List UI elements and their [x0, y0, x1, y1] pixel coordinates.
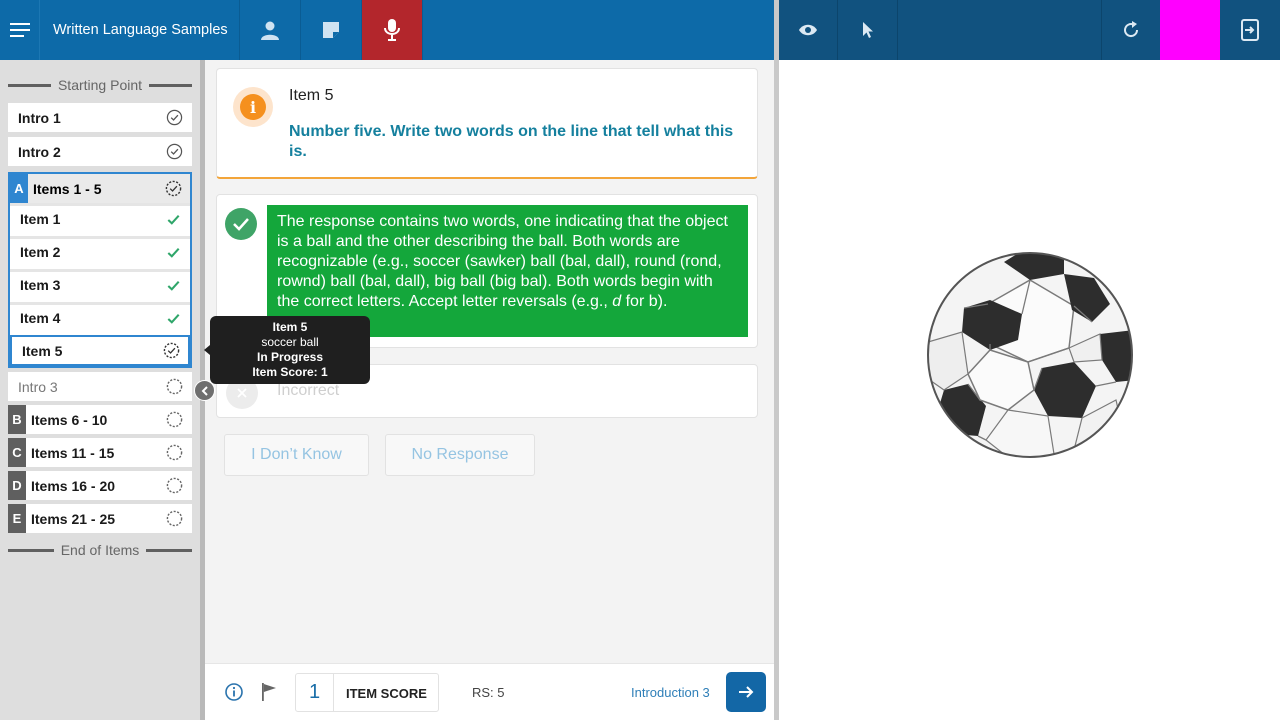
flag-icon	[262, 683, 276, 701]
menu-button[interactable]	[0, 0, 40, 60]
sidebar-item-label: Item 2	[20, 244, 61, 260]
not-started-icon	[166, 411, 183, 428]
next-button[interactable]	[726, 672, 766, 712]
tooltip-status: In Progress	[256, 350, 324, 364]
sidebar-item-label: Intro 2	[18, 143, 61, 160]
exit-icon	[1241, 19, 1259, 41]
end-of-items-label: End of Items	[60, 542, 140, 558]
item-score-label: ITEM SCORE	[346, 686, 427, 701]
tooltip-answer: soccer ball	[261, 335, 319, 349]
end-of-items-separator: End of Items	[8, 542, 192, 558]
item-info-button[interactable]	[224, 682, 244, 702]
response-tail-text: for b).	[621, 293, 668, 310]
group-b[interactable]: B Items 6 - 10	[8, 405, 192, 434]
group-a-expanded: A Items 1 - 5 Item 1 Item 2 Item 3 Item …	[8, 172, 192, 368]
arrow-right-icon	[739, 686, 754, 698]
info-circle-icon	[225, 683, 243, 701]
sidebar-item-label: Item 1	[20, 211, 61, 227]
sidebar-item-item-5[interactable]: Item 5	[10, 335, 190, 366]
sidebar-item-item-3[interactable]: Item 3	[10, 269, 190, 298]
tooltip-title: Item 5	[272, 320, 308, 334]
group-label: Items 11 - 15	[31, 444, 115, 461]
refresh-button[interactable]	[1101, 0, 1161, 60]
sidebar-item-intro-1[interactable]: Intro 1	[8, 103, 192, 132]
group-c[interactable]: C Items 11 - 15	[8, 438, 192, 467]
correct-check-icon	[225, 208, 257, 240]
sidebar-item-label: Item 3	[20, 277, 61, 293]
complete-circle-icon	[166, 143, 183, 160]
response-italic-text: d	[612, 293, 622, 310]
group-letter: B	[8, 405, 26, 434]
check-icon	[167, 281, 180, 291]
menu-icon	[9, 23, 30, 37]
info-icon: i	[233, 87, 273, 127]
sidebar-item-label: Intro 3	[18, 378, 58, 395]
notes-icon	[323, 22, 339, 38]
notes-button[interactable]	[301, 0, 362, 60]
highlight-color-button[interactable]	[1160, 0, 1220, 60]
raw-score: RS: 5	[472, 685, 505, 700]
eye-icon	[799, 24, 817, 36]
soccer-ball-image	[927, 252, 1133, 458]
group-letter: C	[8, 438, 26, 467]
question-title: Item 5	[289, 87, 334, 104]
group-letter: E	[8, 504, 26, 533]
in-progress-icon	[165, 180, 182, 197]
panel-divider[interactable]	[774, 0, 779, 720]
exit-button[interactable]	[1220, 0, 1280, 60]
not-started-icon	[166, 477, 183, 494]
group-letter: D	[8, 471, 26, 500]
dont-know-button[interactable]: I Don’t Know	[224, 434, 369, 476]
complete-circle-icon	[166, 109, 183, 126]
tooltip-score: Item Score: 1	[252, 365, 328, 379]
microphone-icon	[384, 19, 400, 41]
sidebar-item-item-4[interactable]: Item 4	[10, 302, 190, 331]
check-icon	[167, 248, 180, 258]
top-toolbar: Written Language Samples	[0, 0, 774, 60]
group-label: Items 16 - 20	[31, 477, 116, 494]
item-score-value[interactable]: 1	[296, 674, 334, 711]
item-score-box[interactable]: 1 ITEM SCORE	[295, 673, 439, 712]
flag-item-button[interactable]	[260, 682, 278, 702]
group-label: Items 21 - 25	[31, 510, 116, 527]
starting-point-separator: Starting Point	[8, 77, 192, 93]
group-a-header[interactable]: A Items 1 - 5	[10, 174, 190, 203]
sidebar-item-item-2[interactable]: Item 2	[10, 236, 190, 265]
sidebar-item-intro-3[interactable]: Intro 3	[8, 372, 192, 401]
chevron-left-icon	[201, 385, 208, 396]
item-tooltip: Item 5 soccer ball In Progress Item Scor…	[210, 316, 370, 384]
pointer-icon	[862, 22, 873, 38]
not-started-icon	[166, 510, 183, 527]
group-letter: A	[10, 174, 28, 203]
sidebar-item-intro-2[interactable]: Intro 2	[8, 137, 192, 166]
check-icon	[167, 314, 180, 324]
question-card: i Item 5 Number five. Write two words on…	[216, 68, 758, 179]
next-item-label: Introduction 3	[631, 685, 710, 700]
refresh-icon	[1124, 21, 1139, 38]
not-started-icon	[166, 444, 183, 461]
stimulus-toolbar	[779, 0, 1280, 60]
user-icon	[261, 21, 279, 40]
group-label: Items 1 - 5	[33, 180, 102, 197]
pointer-button[interactable]	[838, 0, 898, 60]
question-prompt: Number five. Write two words on the line…	[289, 123, 734, 160]
sidebar-item-label: Item 4	[20, 310, 61, 326]
incorrect-label: Incorrect	[277, 382, 340, 399]
record-button[interactable]	[362, 0, 423, 60]
in-progress-icon	[163, 342, 180, 359]
not-started-icon	[166, 378, 183, 395]
no-response-button[interactable]: No Response	[385, 434, 535, 476]
sidebar-item-label: Intro 1	[18, 109, 61, 126]
starting-point-label: Starting Point	[57, 77, 143, 93]
sidebar-item-item-1[interactable]: Item 1	[10, 203, 190, 232]
group-label: Items 6 - 10	[31, 411, 108, 428]
collapse-sidebar-button[interactable]	[194, 380, 215, 401]
group-e[interactable]: E Items 21 - 25	[8, 504, 192, 533]
preview-button[interactable]	[779, 0, 838, 60]
check-icon	[167, 215, 180, 225]
app-title: Written Language Samples	[40, 0, 240, 60]
examinee-button[interactable]	[240, 0, 301, 60]
sidebar-item-label: Item 5	[22, 342, 63, 359]
group-d[interactable]: D Items 16 - 20	[8, 471, 192, 500]
